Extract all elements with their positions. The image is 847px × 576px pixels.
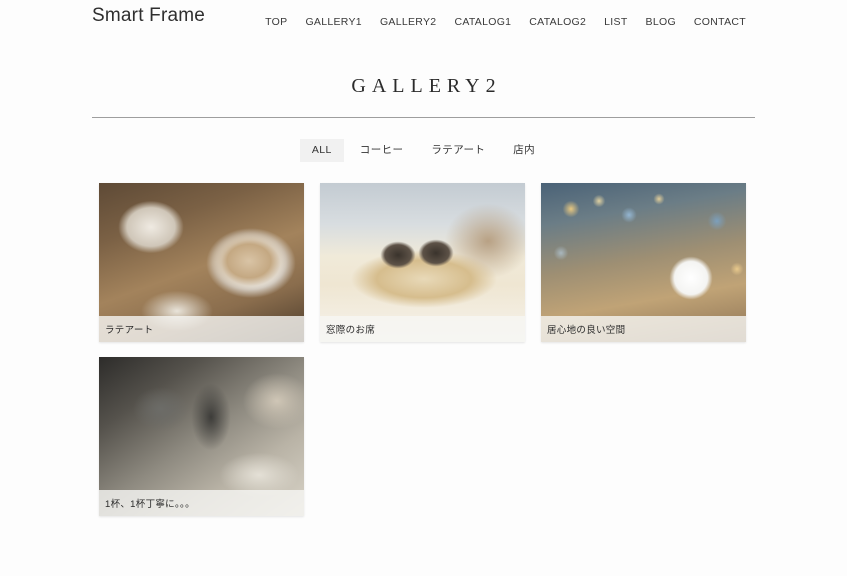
gallery-item[interactable]: 居心地の良い空間 [541,182,746,342]
nav-item-list[interactable]: LIST [595,13,636,31]
gallery-item[interactable]: ラテアート [99,182,304,342]
page-title-section: GALLERY2 [0,75,847,118]
filter-tab-coffee[interactable]: コーヒー [348,139,416,162]
nav-item-gallery2[interactable]: GALLERY2 [371,13,446,31]
gallery-item-caption: 窓際のお席 [320,315,525,342]
main-navigation: TOP GALLERY1 GALLERY2 CATALOG1 CATALOG2 … [256,13,755,31]
gallery-filter-bar: ALL コーヒー ラテアート 店内 [0,139,847,162]
site-logo[interactable]: Smart Frame [92,5,205,27]
filter-tab-latte-art[interactable]: ラテアート [419,139,497,162]
nav-item-contact[interactable]: CONTACT [685,13,755,31]
filter-tab-interior[interactable]: 店内 [501,139,547,162]
gallery-item-caption: 居心地の良い空間 [541,315,746,342]
nav-item-catalog2[interactable]: CATALOG2 [520,13,595,31]
gallery-item-caption: ラテアート [99,315,304,342]
page-title: GALLERY2 [351,75,502,97]
gallery-item[interactable]: 1杯、1杯丁寧に。。。 [99,356,304,516]
gallery-item-caption: 1杯、1杯丁寧に。。。 [99,489,304,516]
site-header: Smart Frame TOP GALLERY1 GALLERY2 CATALO… [0,0,847,41]
nav-item-top[interactable]: TOP [256,13,296,31]
filter-tab-all[interactable]: ALL [299,139,344,162]
main-content: GALLERY2 ALL コーヒー ラテアート 店内 ラテアート 窓際のお席 居… [0,75,847,516]
nav-item-blog[interactable]: BLOG [637,13,685,31]
nav-item-gallery1[interactable]: GALLERY1 [296,13,371,31]
gallery-item[interactable]: 窓際のお席 [320,182,525,342]
title-divider [92,117,755,118]
nav-item-catalog1[interactable]: CATALOG1 [445,13,520,31]
gallery-grid: ラテアート 窓際のお席 居心地の良い空間 1杯、1杯丁寧に。。。 [92,182,755,516]
